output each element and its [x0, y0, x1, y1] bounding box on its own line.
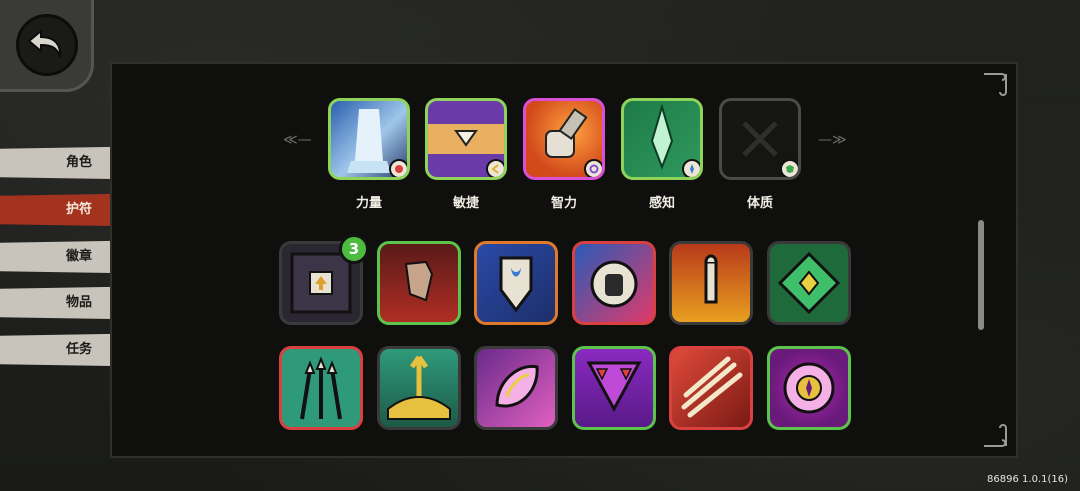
warning-triangle-icon — [586, 361, 642, 413]
green-rune-icon — [777, 251, 841, 315]
claw-slash-icon — [681, 356, 743, 418]
tooth-shield-icon — [499, 256, 533, 313]
attribute-label: 智力 — [550, 196, 577, 211]
constitution-icon — [780, 159, 798, 177]
agility-icon — [486, 159, 504, 177]
attribute-strength[interactable]: 力量 — [328, 98, 410, 211]
pink-crystal-icon — [495, 364, 539, 408]
light-burst-icon — [387, 355, 451, 420]
pink-sigil-icon — [783, 362, 835, 414]
attribute-label: 敏捷 — [452, 196, 479, 211]
tab-label: 物品 — [66, 295, 93, 310]
bullet-fire-icon — [704, 254, 718, 304]
talent-grasping-hand[interactable] — [377, 241, 461, 325]
talent-green-rune[interactable] — [767, 241, 851, 325]
spears-icon — [300, 356, 342, 420]
scrollbar[interactable] — [978, 220, 984, 330]
locked-x-icon — [719, 98, 801, 180]
talent-bullet-fire[interactable] — [669, 241, 753, 325]
fist-icon — [523, 98, 605, 180]
talent-claw-slash[interactable] — [669, 346, 753, 430]
right-arrow-ornament-icon: —≫ — [818, 132, 847, 148]
left-arrow-ornament-icon: ≪— — [283, 132, 312, 148]
corner-ornament-icon — [980, 420, 1010, 450]
fist-burst-icon — [590, 260, 638, 308]
back-button[interactable] — [0, 0, 94, 92]
talent-count-badge: 3 — [339, 234, 369, 264]
talent-pink-sigil[interactable] — [767, 346, 851, 430]
tab-label: 任务 — [66, 342, 93, 357]
attribute-perception[interactable]: 感知 — [621, 98, 703, 211]
strength-icon — [389, 159, 407, 177]
attribute-constitution[interactable]: 体质 — [719, 98, 801, 211]
attribute-label: 感知 — [648, 196, 675, 211]
corner-ornament-icon — [980, 70, 1010, 100]
waterfall-icon — [328, 98, 410, 180]
attribute-agility[interactable]: 敏捷 — [425, 98, 507, 211]
talent-tooth-shield[interactable] — [474, 241, 558, 325]
attribute-intellect[interactable]: 智力 — [523, 98, 605, 211]
version-label: 86896 1.0.1(16) — [987, 474, 1068, 485]
tab-label: 徽章 — [66, 249, 93, 264]
talent-light-burst[interactable] — [377, 346, 461, 430]
attribute-label: 体质 — [746, 196, 773, 211]
attribute-label: 力量 — [355, 196, 382, 211]
talent-pink-crystal[interactable] — [474, 346, 558, 430]
chest-icon — [425, 98, 507, 180]
tab-label: 护符 — [66, 202, 93, 217]
talent-fist-burst[interactable] — [572, 241, 656, 325]
perception-icon — [682, 159, 700, 177]
tab-label: 角色 — [66, 155, 93, 170]
crystal-spire-icon — [621, 98, 703, 180]
intellect-icon — [584, 159, 602, 177]
talent-spears[interactable] — [279, 346, 363, 430]
back-arrow-icon — [16, 14, 78, 76]
grasping-hand-icon — [404, 260, 434, 302]
talent-warning-triangle[interactable] — [572, 346, 656, 430]
